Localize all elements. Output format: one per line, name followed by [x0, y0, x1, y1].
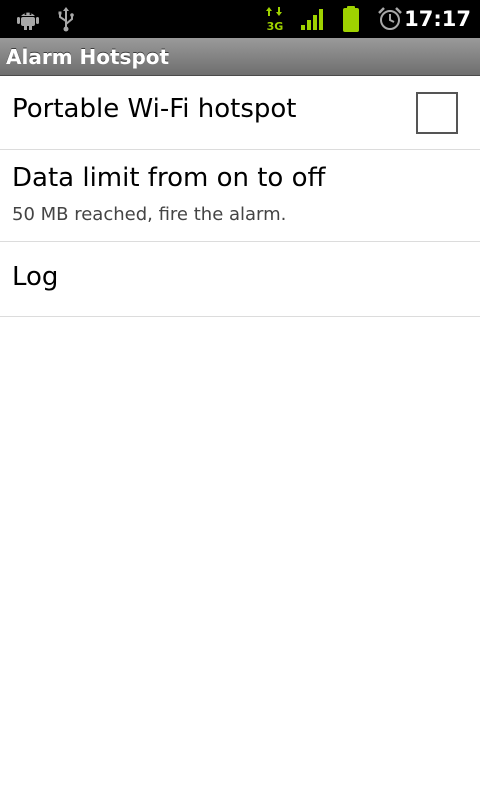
pref-portable-hotspot[interactable]: Portable Wi-Fi hotspot	[0, 76, 480, 150]
pref-title: Portable Wi-Fi hotspot	[12, 94, 297, 124]
app-title: Alarm Hotspot	[6, 45, 170, 69]
svg-text:3G: 3G	[267, 20, 284, 32]
3g-data-icon: 3G	[264, 0, 286, 38]
pref-title: Log	[12, 262, 59, 292]
clock-time: 17:17	[404, 7, 471, 31]
preferences-list: Portable Wi-Fi hotspot Data limit from o…	[0, 76, 480, 317]
hotspot-checkbox[interactable]	[416, 92, 458, 134]
usb-icon	[54, 0, 78, 38]
alarm-clock-icon	[376, 0, 404, 38]
battery-icon	[340, 0, 362, 38]
status-bar: 3G 17:17	[0, 0, 480, 38]
pref-data-limit[interactable]: Data limit from on to off 50 MB reached,…	[0, 150, 480, 242]
android-debug-icon	[14, 0, 42, 38]
title-bar: Alarm Hotspot	[0, 38, 480, 76]
pref-title: Data limit from on to off	[12, 163, 326, 193]
signal-icon	[300, 0, 326, 38]
pref-log[interactable]: Log	[0, 242, 480, 317]
pref-summary: 50 MB reached, fire the alarm.	[12, 204, 287, 225]
